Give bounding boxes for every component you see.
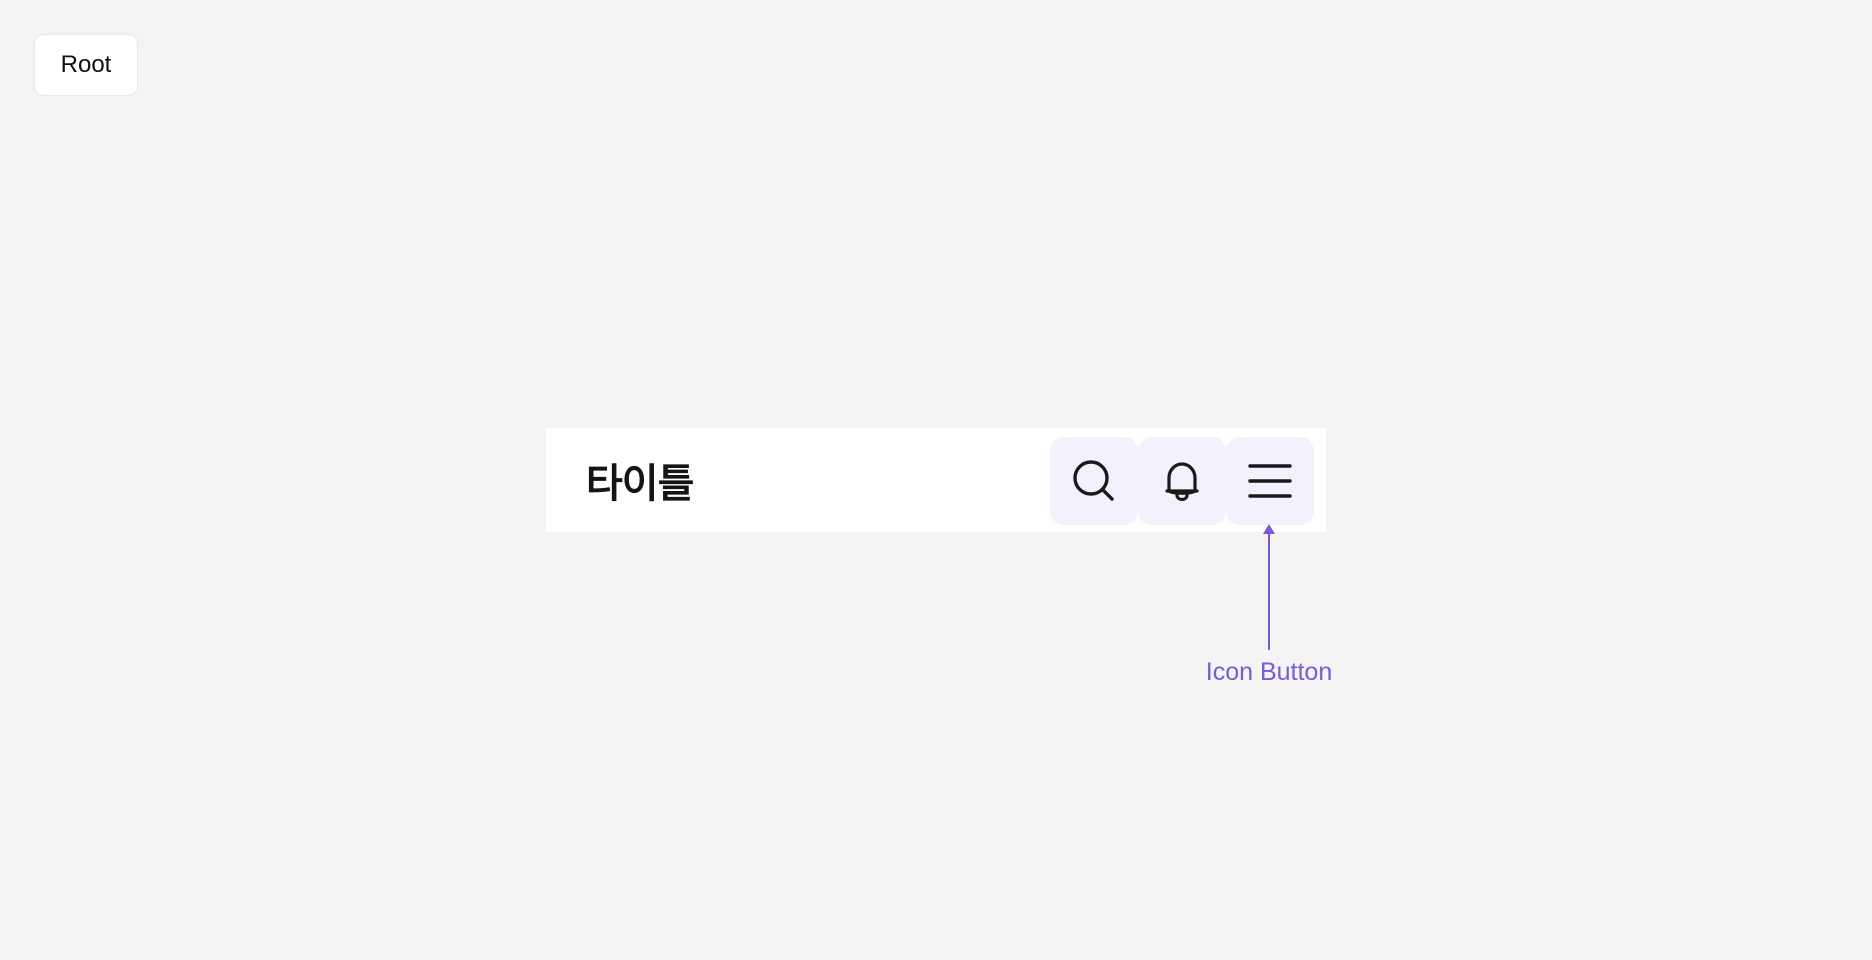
root-chip[interactable]: Root [34,34,138,96]
search-button[interactable] [1050,437,1138,525]
menu-button[interactable] [1226,437,1314,525]
annotation-arrow [1263,524,1275,650]
app-bar: 타이틀 [546,428,1326,532]
notifications-button[interactable] [1138,437,1226,525]
annotation-label: Icon Button [1205,658,1333,686]
search-icon [1073,460,1114,501]
menu-icon [1248,464,1292,498]
bell-icon [1165,462,1199,502]
app-bar-title: 타이틀 [586,461,694,507]
